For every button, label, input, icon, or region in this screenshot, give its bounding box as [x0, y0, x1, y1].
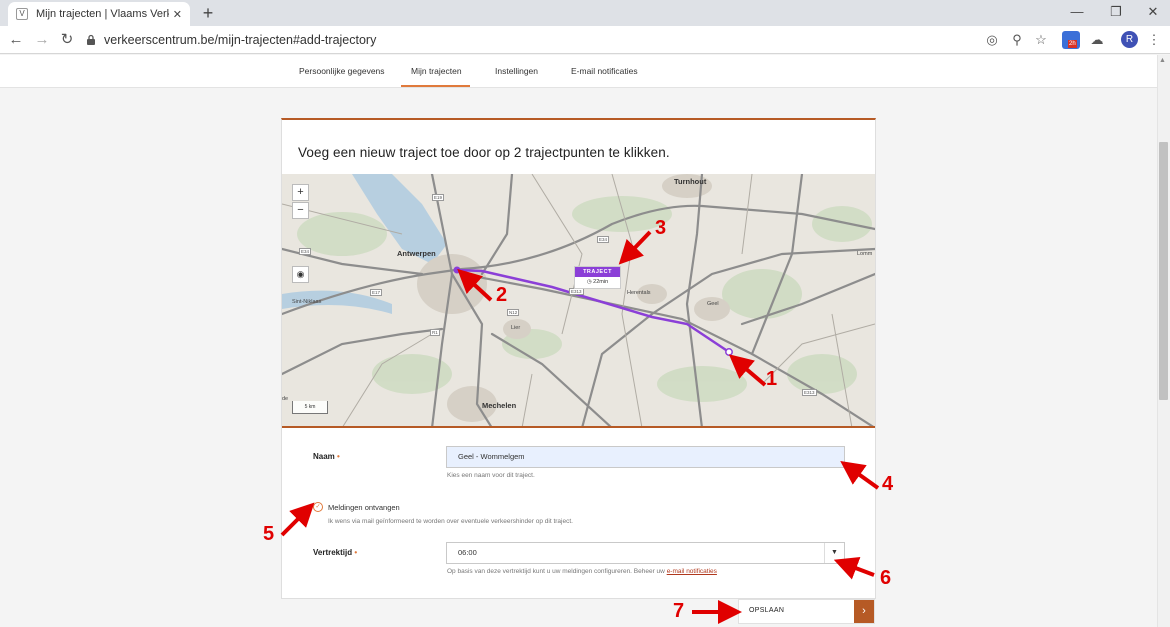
annotation-number-6: 6: [880, 567, 892, 589]
annotation-number-3: 3: [655, 217, 667, 239]
annotation-arrow-6: [833, 557, 875, 580]
annotation-arrow-5: [280, 502, 315, 537]
annotation-number-4: 4: [882, 473, 894, 495]
annotation-arrow-2: [457, 268, 493, 302]
annotation-number-5: 5: [263, 523, 275, 545]
annotation-arrow-1: [728, 354, 767, 387]
annotation-arrows: [280, 230, 880, 624]
annotation-number-2: 2: [496, 284, 508, 306]
annotation-number-7: 7: [673, 600, 685, 622]
annotation-arrow-4: [840, 461, 880, 490]
annotation-number-1: 1: [766, 368, 778, 390]
annotation-arrow-3: [618, 230, 652, 265]
